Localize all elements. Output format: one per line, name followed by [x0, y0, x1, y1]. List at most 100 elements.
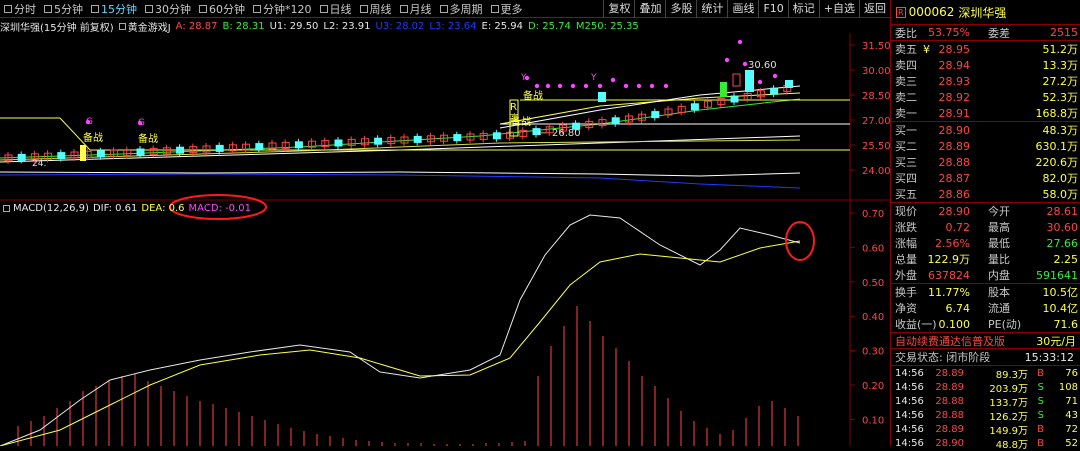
axis-tick-label: 0.60 [862, 243, 884, 254]
checkbox-icon [319, 4, 328, 13]
period-more[interactable]: 更多 [490, 1, 523, 17]
row-value: 11.77% [928, 285, 970, 299]
r-badge: R [896, 6, 906, 18]
stock-title: 深圳华强(15分钟 前复权) [0, 22, 114, 34]
period-minute[interactable]: 分时 [4, 1, 36, 17]
stat-row: 收益(一) 0.100 PE(动) 71.6 [891, 316, 1080, 332]
period-30min[interactable]: 30分钟 [145, 1, 191, 17]
back-button[interactable]: 返回 [859, 0, 890, 18]
period-120min[interactable]: 分钟*120 [253, 1, 312, 17]
signal-dot [623, 83, 629, 89]
ask-row[interactable]: 卖五 ¥28.95 51.2万 [891, 41, 1080, 57]
multi-stock-button[interactable]: 多股 [665, 0, 696, 18]
axis-tick-label: 0.10 [862, 415, 884, 426]
tick-count: 43 [1065, 409, 1078, 421]
collapse-icon[interactable] [118, 22, 126, 30]
row-value2: 71.6 [1053, 317, 1079, 331]
stat-row: 净资 6.74 流通 10.4亿 [891, 300, 1080, 316]
macd-histogram [17, 306, 799, 446]
candle-body [83, 150, 92, 158]
draw-line-button[interactable]: 画线 [727, 0, 758, 18]
ask-price: 28.94 [938, 58, 971, 72]
period-label: 5分钟 [54, 2, 83, 16]
candle-body [558, 124, 567, 132]
high-price-label: 30.60 [748, 60, 777, 71]
candle-body [638, 113, 647, 121]
checkbox-icon [145, 4, 153, 13]
row-label2: 股本 [988, 286, 1010, 299]
candle-body [492, 132, 501, 140]
signal-dot [583, 83, 589, 89]
candle-body [80, 145, 86, 161]
row-label2: PE(动) [988, 318, 1022, 331]
candle-body [651, 111, 660, 119]
period-60min[interactable]: 60分钟 [199, 1, 245, 17]
indicator-a: A: 28.87 [175, 20, 218, 32]
ma-line [0, 173, 801, 189]
overlay-button[interactable]: 叠加 [634, 0, 665, 18]
macd-label[interactable]: MACD(12,26,9) [13, 203, 89, 214]
fuquan-button[interactable]: 复权 [603, 0, 634, 18]
promo-price[interactable]: 30元/月 [1036, 333, 1076, 349]
row-label2: 最低 [988, 237, 1010, 250]
macd-axis: 0.70 0.60 0.50 0.40 0.30 0.20 0.10 [850, 209, 884, 426]
ask-volume: 51.2万 [1042, 43, 1079, 56]
axis-tick-label: 24.00 [862, 166, 890, 177]
period-15min[interactable]: 15分钟 [91, 1, 137, 17]
tick-volume: 126.2万 [989, 411, 1028, 423]
candle-body [413, 135, 422, 143]
ma-line [0, 117, 850, 151]
moving-average-lines [0, 85, 850, 189]
row-label: 总量 [895, 253, 917, 266]
candle-body [136, 148, 145, 156]
ask-row[interactable]: 卖三 28.93 27.2万 [891, 73, 1080, 89]
ask-row[interactable]: 卖一 28.91 168.8万 [891, 105, 1080, 121]
chart-area[interactable]: 分时 5分钟 15分钟 30分钟 60分钟 分钟*120 日线 周线 月线 多周… [0, 0, 890, 446]
ask-row[interactable]: 卖四 28.94 13.3万 [891, 57, 1080, 73]
indicator-name[interactable]: 黄金游戏J [128, 19, 171, 34]
row-value2: 27.66 [1046, 236, 1079, 250]
promo-row[interactable]: 自动续费通达信普及版 30元/月 [891, 333, 1080, 349]
period-week[interactable]: 周线 [359, 1, 392, 17]
ma-line [499, 92, 801, 125]
candle-body [96, 150, 105, 158]
highlight-circle-crossover [785, 221, 815, 261]
stat-row: 外盘 637824 内盘 591641 [891, 267, 1080, 283]
candle-body [44, 152, 53, 160]
stats-button[interactable]: 统计 [696, 0, 727, 18]
period-label: 30分钟 [155, 2, 191, 16]
candle-body [387, 137, 396, 145]
ma-line [0, 98, 801, 159]
chart-svg[interactable]: 31.5030.0028.5027.0025.5024.00 0.700.600… [0, 0, 890, 446]
stock-name: 深圳华强 [958, 5, 1007, 20]
bid-row[interactable]: 买二 28.89 630.1万 [891, 138, 1080, 154]
candle-body [677, 105, 686, 113]
row-label2: 今开 [988, 205, 1010, 218]
ask-row[interactable]: 卖二 28.92 52.3万 [891, 89, 1080, 105]
period-day[interactable]: 日线 [319, 1, 352, 17]
period-multi[interactable]: 多周期 [439, 1, 483, 17]
tick-side: S [1037, 395, 1044, 407]
candle-body [123, 149, 132, 157]
candle-body [509, 99, 519, 137]
candle-body [374, 137, 383, 145]
row-value2: 30.60 [1046, 220, 1079, 234]
bid-row[interactable]: 买五 28.86 58.0万 [891, 186, 1080, 202]
candle-body [294, 141, 303, 149]
checkbox-icon [91, 4, 99, 13]
collapse-icon[interactable] [3, 204, 10, 212]
f10-button[interactable]: F10 [758, 0, 787, 18]
bid-label: 买一 [895, 124, 917, 137]
promo-text[interactable]: 自动续费通达信普及版 [895, 333, 1005, 349]
add-favorite-button[interactable]: +自选 [818, 0, 859, 18]
mark-button[interactable]: 标记 [787, 0, 819, 18]
bid-row[interactable]: 买三 28.88 220.6万 [891, 154, 1080, 170]
candle-body [572, 122, 581, 130]
period-5min[interactable]: 5分钟 [44, 1, 83, 17]
period-label: 60分钟 [209, 2, 245, 16]
bid-volume: 82.0万 [1042, 172, 1079, 185]
signal-dot [772, 73, 778, 79]
bid-row[interactable]: 买四 28.87 82.0万 [891, 170, 1080, 186]
period-month[interactable]: 月线 [399, 1, 432, 17]
bid-row[interactable]: 买一 28.90 48.3万 [891, 122, 1080, 138]
